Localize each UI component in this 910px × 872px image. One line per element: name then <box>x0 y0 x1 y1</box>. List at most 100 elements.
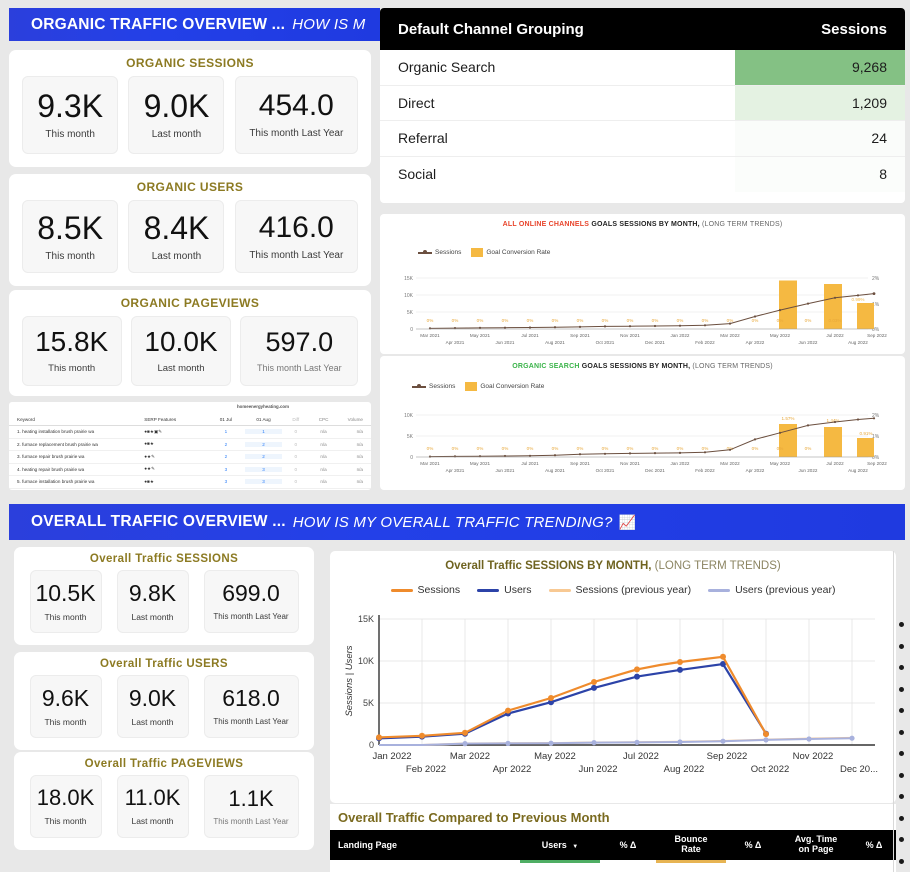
legend-label: Users <box>504 584 532 596</box>
avg-time-on-page-col-header[interactable]: Avg. Time on Page <box>780 834 852 855</box>
sort-descending-icon[interactable]: ▼ <box>572 844 578 850</box>
kpi-label: Last month <box>151 250 202 262</box>
landing-page-col-header[interactable]: Landing Page <box>330 840 520 850</box>
overall-traffic-compared-table[interactable]: Overall Traffic Compared to Previous Mon… <box>330 804 896 872</box>
kpi-label: This month Last Year <box>213 717 289 726</box>
bounce-delta-col-header[interactable]: % Δ <box>726 840 780 850</box>
kpi-label: This month Last Year <box>257 363 342 373</box>
svg-text:Oct 2022: Oct 2022 <box>751 764 790 775</box>
svg-text:0%: 0% <box>752 318 759 323</box>
svg-text:0%: 0% <box>552 318 559 323</box>
keyword-col-header[interactable]: Keyword <box>9 417 144 422</box>
table-row[interactable]: Referral 24 <box>380 121 905 157</box>
svg-text:Jun 2021: Jun 2021 <box>496 340 515 345</box>
kpi-label: Last month <box>131 611 174 622</box>
aug-rank-cell: 1 <box>244 429 283 435</box>
svg-text:Nov 2021: Nov 2021 <box>620 333 640 338</box>
channel-table-header: Default Channel Grouping Sessions <box>380 8 905 50</box>
time-delta-col-header[interactable]: % Δ <box>852 840 896 850</box>
kpi-group-title: ORGANIC USERS <box>136 180 244 194</box>
channel-name-cell: Social <box>398 166 437 183</box>
svg-text:Dec 2021: Dec 2021 <box>645 468 665 473</box>
legend-item-sessions[interactable]: Sessions <box>412 383 455 390</box>
keyword-rank-table[interactable]: homeenergyheating.com Keyword SERP Featu… <box>9 402 371 490</box>
legend-item-sessions[interactable]: Sessions <box>390 584 460 596</box>
bullet-list-strip <box>899 622 905 864</box>
list-bullet-icon <box>899 772 904 778</box>
kpi-label: This month <box>44 816 87 826</box>
volume-col-header[interactable]: Volume <box>338 417 371 422</box>
list-bullet-icon <box>899 794 904 800</box>
table-row[interactable]: 2. furnace replacement brush prairie wa … <box>9 439 371 451</box>
sessions-col-header[interactable]: Sessions <box>717 21 887 38</box>
chart-all-online-channels-goals: ALL ONLINE CHANNELS GOALS SESSIONS BY MO… <box>380 214 905 354</box>
users-col-header[interactable]: Users ▼ <box>520 840 600 850</box>
svg-text:0%: 0% <box>477 318 484 323</box>
legend-item-goal-conversion-rate[interactable]: Goal Conversion Rate <box>465 382 544 391</box>
table-row[interactable]: Organic Search 9,268 <box>380 50 905 86</box>
kpi-group-title: Overall Traffic USERS <box>100 658 228 670</box>
legend-item-goal-conversion-rate[interactable]: Goal Conversion Rate <box>471 248 550 257</box>
aug-rank-cell: 3 <box>244 466 283 472</box>
kpi-group-organic-users: ORGANIC USERS 8.5K This month 8.4K Last … <box>9 174 371 286</box>
kpi-label: This month <box>44 716 87 727</box>
svg-text:0%: 0% <box>577 318 584 323</box>
legend-item-users[interactable]: Users <box>477 584 532 596</box>
chart-title-accent: ALL ONLINE CHANNELS <box>502 221 590 228</box>
kpi-box: 10.5K This month <box>29 570 102 633</box>
channel-col-header[interactable]: Default Channel Grouping <box>398 21 717 38</box>
cpc-col-header[interactable]: CPC <box>309 417 338 422</box>
chart-title: ORGANIC SEARCH GOALS SESSIONS BY MONTH, … <box>380 356 905 370</box>
kpi-label: This month Last Year <box>249 249 344 261</box>
jul-rank-cell: 3 <box>224 479 228 485</box>
kpi-label: This month <box>45 250 95 262</box>
svg-text:Aug 2022: Aug 2022 <box>848 468 868 473</box>
svg-text:Dec 20...: Dec 20... <box>840 764 878 775</box>
kpi-group-overall-sessions: Overall Traffic SESSIONS 10.5K This mont… <box>14 547 314 645</box>
kpi-label: This month Last Year <box>249 128 344 139</box>
table-row[interactable]: 5. furnace installation brush prairie wa… <box>9 476 371 489</box>
kpi-value: 597.0 <box>265 327 334 357</box>
serp-features-col-header[interactable]: SERP Features <box>144 417 207 422</box>
svg-text:May 2022: May 2022 <box>770 333 791 338</box>
kpi-value: 1.1K <box>228 785 274 811</box>
chart-legend: Sessions Goal Conversion Rate <box>418 248 905 257</box>
chart-title-main: GOALS SESSIONS BY MONTH, <box>581 363 691 370</box>
kpi-value: 9.6K <box>41 684 90 711</box>
default-channel-grouping-table[interactable]: Default Channel Grouping Sessions Organi… <box>380 8 905 203</box>
svg-text:0: 0 <box>410 455 413 461</box>
table-row[interactable]: Direct 1,209 <box>380 85 905 121</box>
legend-item-users-previous-year[interactable]: Users (previous year) <box>708 584 835 596</box>
table-row[interactable]: 1. heating installation brush prairie wa… <box>9 426 371 439</box>
legend-item-sessions-previous-year[interactable]: Sessions (previous year) <box>548 584 691 596</box>
kpi-label: This month Last Year <box>213 816 289 826</box>
svg-text:Sep 2021: Sep 2021 <box>570 461 590 466</box>
svg-text:Apr 2021: Apr 2021 <box>446 340 465 345</box>
kpi-label: Last month <box>157 363 205 374</box>
kpi-box: 597.0 This month Last Year <box>240 316 359 386</box>
jul-rank-cell: 2 <box>224 454 228 460</box>
jul-col-header[interactable]: 01 Jul <box>207 417 245 422</box>
chart-title-main: Overall Traffic SESSIONS BY MONTH, <box>445 560 652 572</box>
legend-item-sessions[interactable]: Sessions <box>418 249 461 256</box>
svg-text:Jan 2022: Jan 2022 <box>671 333 690 338</box>
aug-col-header[interactable]: 01 Aug <box>245 417 283 422</box>
organic-traffic-banner: ORGANIC TRAFFIC OVERVIEW ... HOW IS M <box>9 8 380 41</box>
bounce-rate-col-header[interactable]: Bounce Rate <box>656 834 726 855</box>
diff-col-header[interactable]: Diff <box>282 417 309 422</box>
table-row[interactable]: 4. heating repair brush prairie wa ●★✎ 3… <box>9 464 371 476</box>
list-bullet-icon <box>899 751 904 757</box>
users-delta-col-header[interactable]: % Δ <box>600 840 656 850</box>
table-row[interactable]: Social 8 <box>380 156 905 192</box>
kpi-box: 9.6K This month <box>29 675 102 738</box>
bottom-table-header: Landing Page Users ▼ % Δ Bounce Rate % Δ … <box>330 830 896 860</box>
svg-text:Jul 2022: Jul 2022 <box>826 461 844 466</box>
svg-text:0: 0 <box>369 740 374 750</box>
table-row[interactable]: 3. furnace repair brush prairie wa ●★✎ 2… <box>9 451 371 464</box>
list-bullet-icon <box>899 729 904 735</box>
kpi-value: 10.0K <box>144 326 218 357</box>
svg-text:Mar 2021: Mar 2021 <box>420 461 440 466</box>
dashboard-page: ORGANIC TRAFFIC OVERVIEW ... HOW IS M OR… <box>0 0 910 872</box>
kpi-box: 416.0 This month Last Year <box>234 200 358 273</box>
bottom-table-title: Overall Traffic Compared to Previous Mon… <box>338 810 610 825</box>
